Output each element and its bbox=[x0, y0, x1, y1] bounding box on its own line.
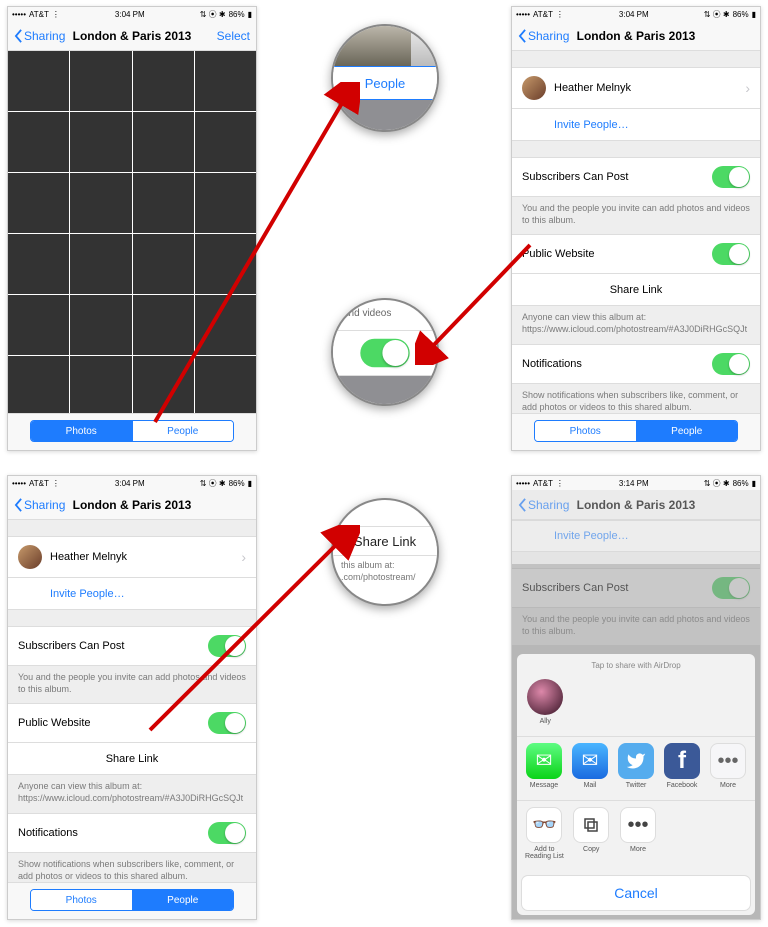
dimmed-settings: Invite People… Subscribers Can Post You … bbox=[512, 520, 760, 920]
seg-photos[interactable]: Photos bbox=[31, 421, 132, 441]
toggle[interactable] bbox=[208, 635, 246, 657]
photo-grid[interactable] bbox=[8, 51, 256, 416]
avatar bbox=[18, 545, 42, 569]
back-button: Sharing bbox=[518, 498, 569, 512]
share-message[interactable]: ✉Message bbox=[523, 743, 565, 790]
seg-people[interactable]: People bbox=[132, 890, 234, 910]
share-footer: Anyone can view this album at: https://w… bbox=[8, 775, 256, 812]
airdrop-title: Tap to share with AirDrop bbox=[517, 658, 755, 673]
phone-3-people: •••••AT&T⋮ 3:04 PM ⇅ ⦿ ✱86%▮ Sharing Lon… bbox=[7, 475, 257, 920]
invite-people: Invite People… bbox=[512, 520, 760, 552]
seg-photos[interactable]: Photos bbox=[31, 890, 132, 910]
user-row[interactable]: Heather Melnyk › bbox=[512, 67, 760, 109]
action-readinglist[interactable]: 👓Add to Reading List bbox=[523, 807, 566, 861]
user-row[interactable]: Heather Melnyk › bbox=[8, 536, 256, 578]
seg-photos[interactable]: Photos bbox=[535, 421, 636, 441]
cancel-button[interactable]: Cancel bbox=[522, 876, 750, 910]
magnifier-toggle: and videos bbox=[331, 298, 439, 406]
status-bar: •••••AT&T⋮ 3:14 PM ⇅ ⦿ ✱86%▮ bbox=[512, 476, 760, 490]
nav-bar: Sharing London & Paris 2013 bbox=[512, 490, 760, 520]
notifications[interactable]: Notifications bbox=[8, 813, 256, 853]
action-more[interactable]: •••More bbox=[617, 807, 660, 861]
invite-people[interactable]: Invite People… bbox=[8, 578, 256, 610]
back-button[interactable]: Sharing bbox=[518, 29, 569, 43]
status-bar: •••••AT&T⋮ 3:04 PM ⇅ ⦿ ✱86%▮ bbox=[8, 476, 256, 490]
settings-list: Heather Melnyk › Invite People… Subscrib… bbox=[512, 51, 760, 451]
share-facebook[interactable]: fFacebook bbox=[661, 743, 703, 790]
share-apps-row: ✉Message ✉Mail Twitter fFacebook •••More bbox=[517, 737, 755, 801]
action-copy[interactable]: Copy bbox=[570, 807, 613, 861]
airdrop-contact[interactable]: Ally bbox=[523, 679, 567, 726]
share-twitter[interactable]: Twitter bbox=[615, 743, 657, 790]
invite-people[interactable]: Invite People… bbox=[512, 109, 760, 141]
notifications[interactable]: Notifications bbox=[512, 344, 760, 384]
share-link[interactable]: Share Link bbox=[8, 743, 256, 775]
share-mail[interactable]: ✉Mail bbox=[569, 743, 611, 790]
chevron-icon: › bbox=[241, 549, 246, 565]
toggle[interactable] bbox=[712, 353, 750, 375]
share-link[interactable]: Share Link bbox=[512, 274, 760, 306]
share-sheet: Tap to share with AirDrop Ally ✉Message … bbox=[517, 654, 755, 915]
segmented-control[interactable]: Photos People bbox=[8, 882, 256, 919]
share-footer: Anyone can view this album at: https://w… bbox=[512, 306, 760, 343]
airdrop-row: Ally bbox=[517, 673, 755, 737]
toggle[interactable] bbox=[712, 166, 750, 188]
subscribers-can-post[interactable]: Subscribers Can Post bbox=[512, 157, 760, 197]
subscribers-can-post[interactable]: Subscribers Can Post bbox=[8, 626, 256, 666]
sub-footer: You and the people you invite can add ph… bbox=[8, 666, 256, 703]
status-bar: •••••AT&T⋮ 3:04 PM ⇅ ⦿ ✱86%▮ bbox=[8, 7, 256, 21]
segmented-control[interactable]: Photos People bbox=[8, 413, 256, 450]
toggle[interactable] bbox=[712, 243, 750, 265]
phone-1-photos: •••••AT&T⋮ 3:04 PM ⇅ ⦿ ✱86%▮ Sharing Lon… bbox=[7, 6, 257, 451]
settings-list: Heather Melnyk › Invite People… Subscrib… bbox=[8, 520, 256, 920]
seg-people[interactable]: People bbox=[132, 421, 234, 441]
share-actions-row: 👓Add to Reading List Copy •••More bbox=[517, 801, 755, 871]
back-button[interactable]: Sharing bbox=[14, 29, 65, 43]
magnifier-share-link: te Share Link this album at:.com/photost… bbox=[331, 498, 439, 606]
status-bar: •••••AT&T⋮ 3:04 PM ⇅ ⦿ ✱86%▮ bbox=[512, 7, 760, 21]
nav-bar: Sharing London & Paris 2013 bbox=[8, 490, 256, 520]
public-website[interactable]: Public Website bbox=[8, 703, 256, 743]
select-button[interactable]: Select bbox=[217, 29, 250, 43]
avatar bbox=[522, 76, 546, 100]
phone-2-people: •••••AT&T⋮ 3:04 PM ⇅ ⦿ ✱86%▮ Sharing Lon… bbox=[511, 6, 761, 451]
back-button[interactable]: Sharing bbox=[14, 498, 65, 512]
nav-bar: Sharing London & Paris 2013 bbox=[512, 21, 760, 51]
nav-bar: Sharing London & Paris 2013 Select bbox=[8, 21, 256, 51]
public-website[interactable]: Public Website bbox=[512, 234, 760, 274]
seg-people[interactable]: People bbox=[636, 421, 738, 441]
segmented-control[interactable]: Photos People bbox=[512, 413, 760, 450]
sub-footer: You and the people you invite can add ph… bbox=[512, 197, 760, 234]
chevron-icon: › bbox=[745, 80, 750, 96]
share-more[interactable]: •••More bbox=[707, 743, 749, 790]
toggle[interactable] bbox=[208, 712, 246, 734]
toggle[interactable] bbox=[208, 822, 246, 844]
phone-4-share: •••••AT&T⋮ 3:14 PM ⇅ ⦿ ✱86%▮ Sharing Lon… bbox=[511, 475, 761, 920]
magnifier-people-tab: People bbox=[331, 24, 439, 132]
